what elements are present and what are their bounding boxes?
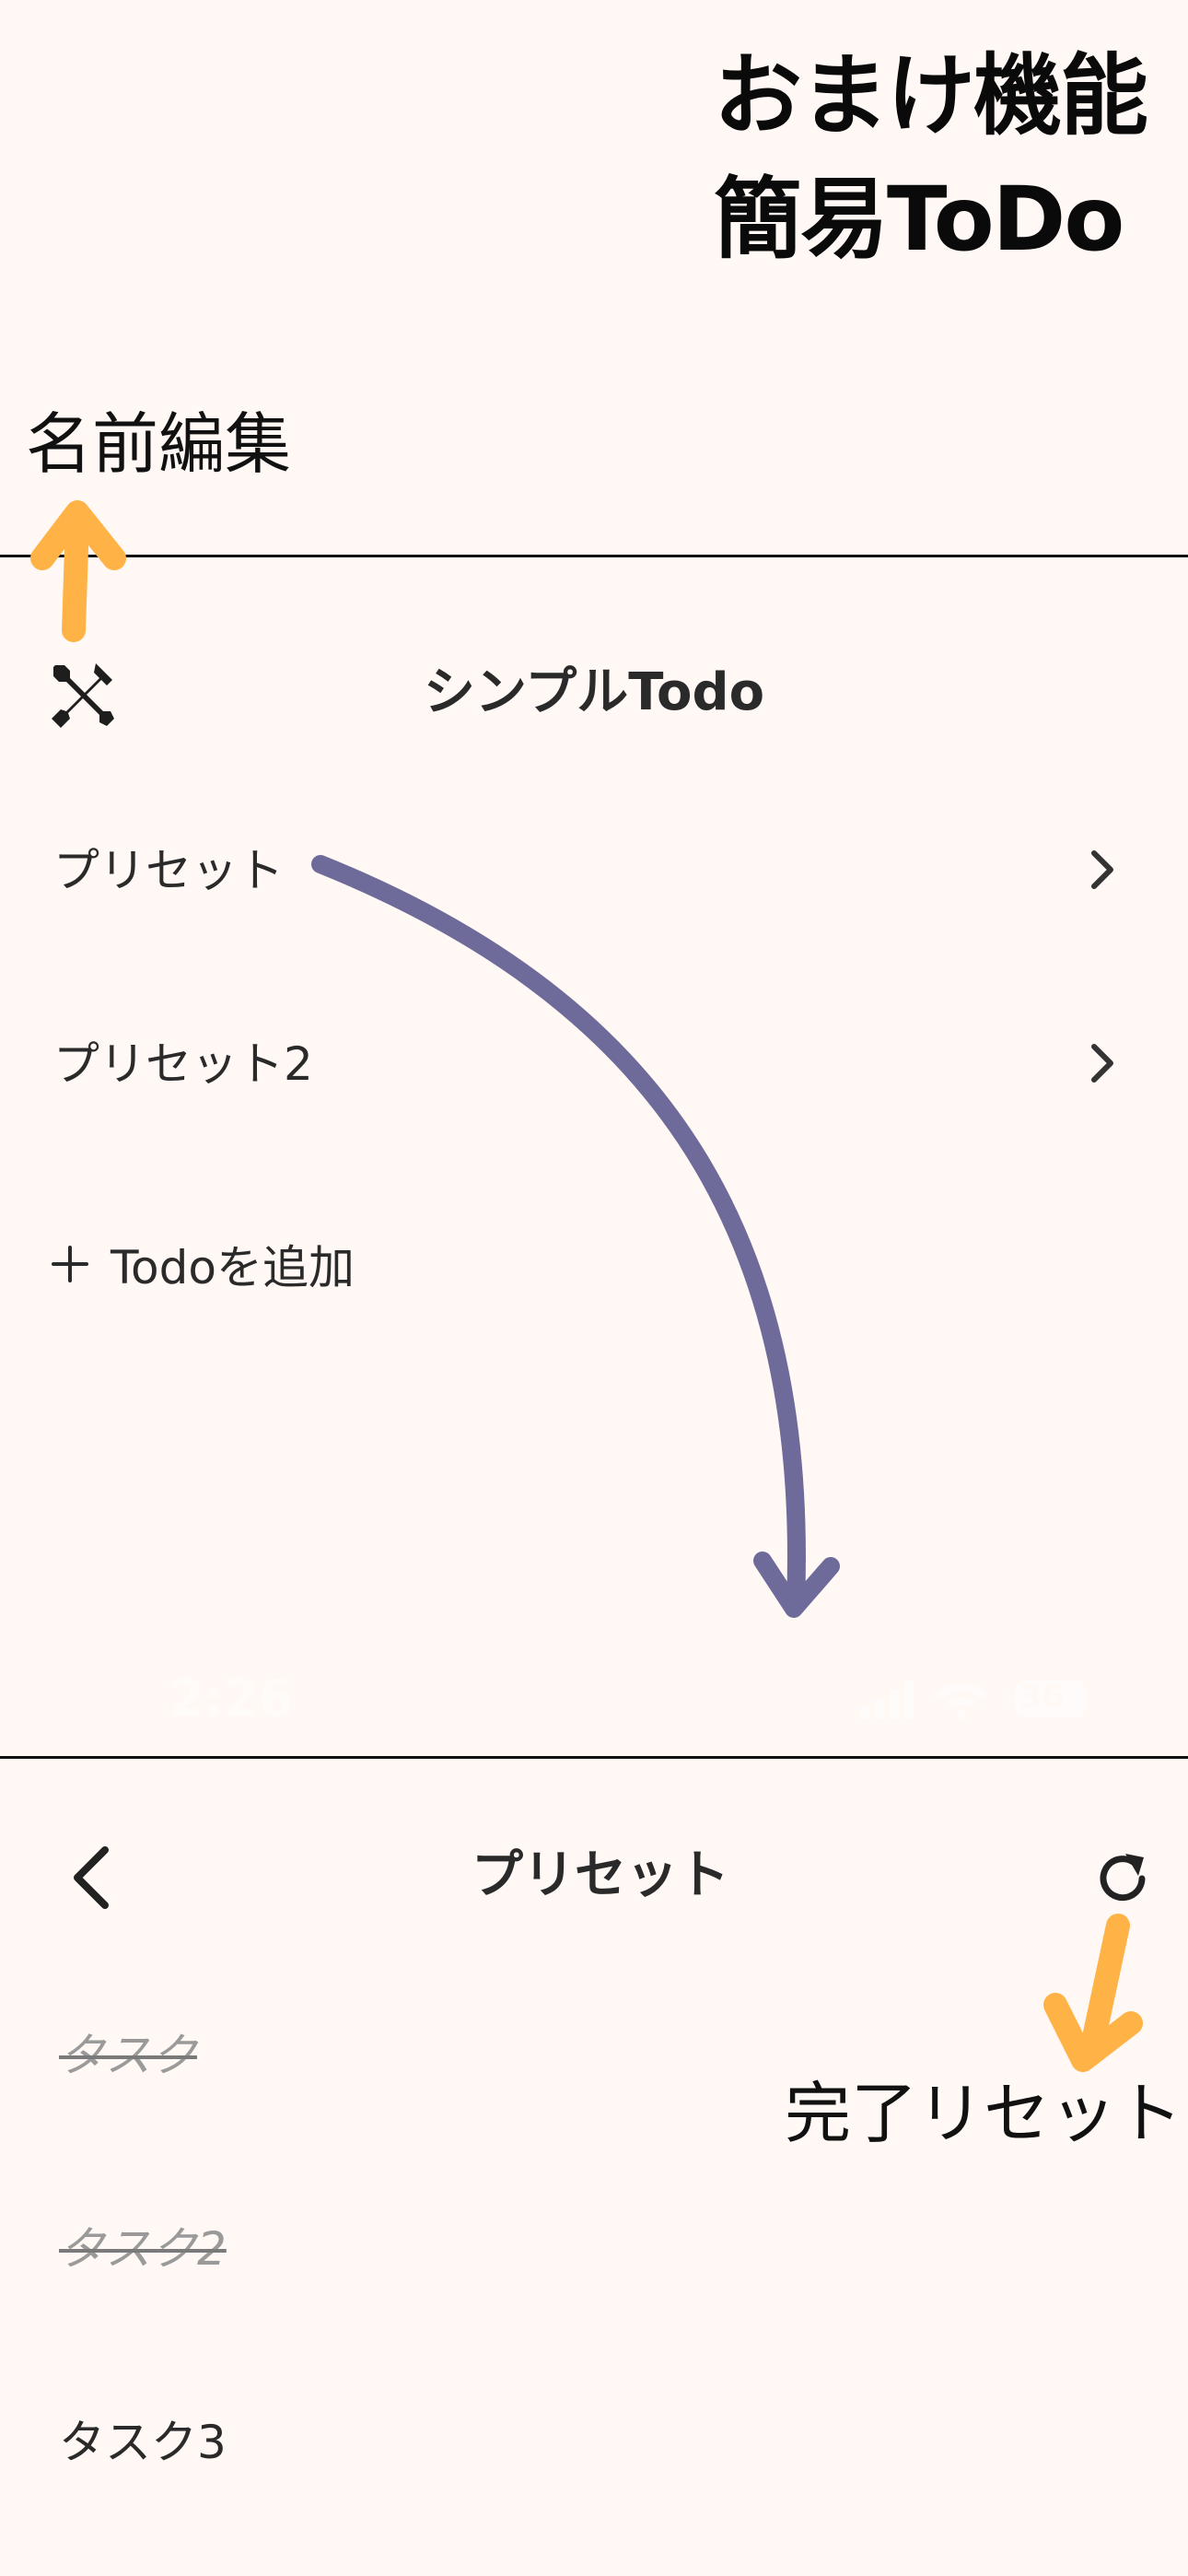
add-todo-label: Todoを追加: [111, 1241, 355, 1294]
task-item[interactable]: タスク: [59, 2032, 197, 2078]
list-item-label: プリセット2: [53, 1037, 313, 1091]
status-bar: 2:26 36: [0, 1666, 1188, 1730]
task-item[interactable]: タスク3: [59, 2419, 227, 2465]
plus-icon: [52, 1246, 88, 1282]
annotation-arrow-down-icon: [1043, 1914, 1143, 2072]
battery-level: 36: [1020, 1679, 1065, 1715]
reset-annotation: 完了リセット: [785, 2075, 1183, 2152]
add-todo-button[interactable]: Todoを追加: [52, 1231, 355, 1295]
chevron-right-icon: [1083, 844, 1124, 896]
screen-title: プリセット: [472, 1845, 729, 1905]
chevron-right-icon: [1083, 1037, 1124, 1089]
tools-icon[interactable]: [48, 660, 120, 732]
task-item[interactable]: タスク2: [59, 2226, 227, 2272]
back-button[interactable]: [64, 1843, 120, 1913]
status-time: 2:26: [169, 1669, 294, 1727]
reset-completion-button[interactable]: [1092, 1848, 1153, 1909]
feature-title-line2: 簡易ToDo: [714, 168, 1124, 271]
section-divider: [0, 555, 1188, 557]
annotation-arrow-up-icon: [30, 500, 126, 642]
screen-title: シンプルTodo: [423, 662, 765, 722]
section-divider: [0, 1756, 1188, 1759]
chevron-left-icon: [74, 1846, 109, 1909]
refresh-icon: [1100, 1854, 1146, 1902]
rename-annotation: 名前編集: [26, 405, 292, 483]
feature-title-line1: おまけ機能: [714, 44, 1148, 147]
list-item-preset[interactable]: プリセット: [0, 820, 1188, 931]
flow-arrow-icon: [311, 855, 840, 1618]
list-item-label: プリセット: [53, 844, 284, 897]
list-item-preset-2[interactable]: プリセット2: [0, 1013, 1188, 1124]
